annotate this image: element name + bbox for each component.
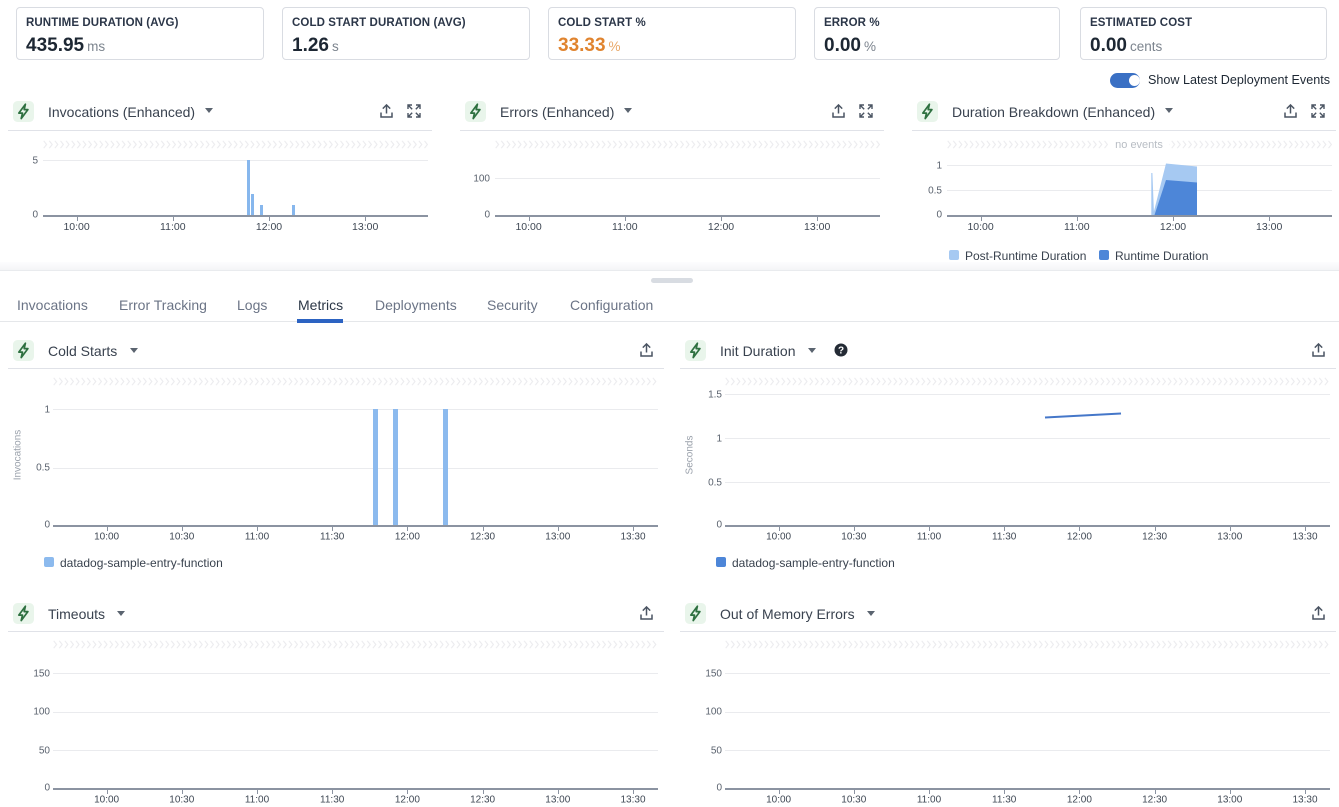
- svg-text:?: ?: [838, 346, 844, 357]
